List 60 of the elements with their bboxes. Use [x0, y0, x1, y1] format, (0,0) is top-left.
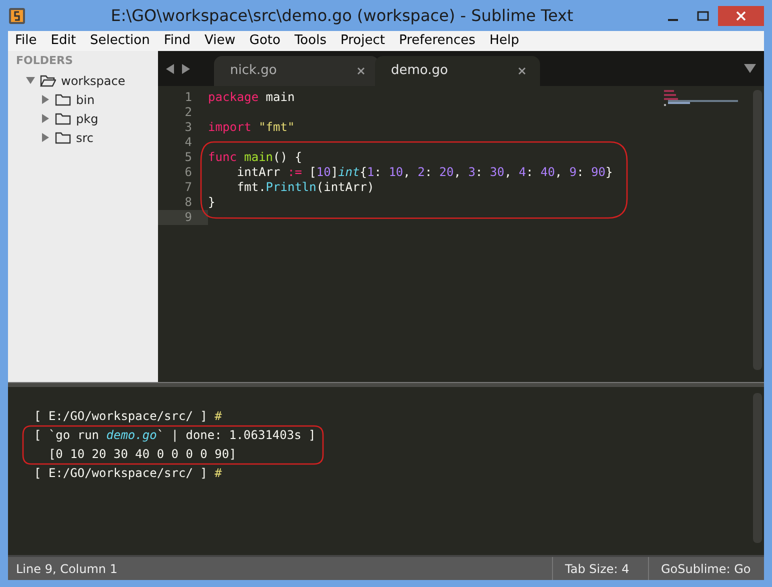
menu-item[interactable]: Find	[156, 31, 198, 51]
menu-item[interactable]: Help	[482, 31, 526, 51]
menu-item[interactable]: Tools	[287, 31, 334, 51]
menu-item[interactable]: File	[8, 31, 44, 51]
menu-item[interactable]: Project	[333, 31, 392, 51]
expand-caret-icon[interactable]	[41, 114, 50, 123]
tab-size-button[interactable]: Tab Size: 4	[552, 557, 648, 580]
maximize-icon	[697, 10, 709, 20]
code-line: package main	[207, 90, 295, 105]
close-icon[interactable]	[357, 67, 365, 75]
line-number: 3	[184, 120, 192, 135]
folder-icon	[40, 74, 56, 86]
line-number: 1	[184, 90, 192, 105]
editor-tab[interactable]: demo.go	[375, 56, 540, 86]
console-line: [ `go run demo.go` | done: 1.0631403s ]	[34, 427, 316, 444]
close-icon[interactable]	[518, 67, 526, 75]
close-icon	[736, 10, 746, 20]
line-number: 4	[184, 135, 192, 150]
sidebar-heading: FOLDERS	[15, 53, 74, 69]
folder-label[interactable]: workspace	[61, 72, 126, 90]
close-button[interactable]	[718, 6, 764, 26]
code-editor[interactable]: 1 package main 2 3 import "fmt" 4 5 func main() { 6 intArr := [10]int{1: 10, 2: 20, 3: 30, 4: 40, 9: 90} 7 fmt.Println(intArr) 8 } 9	[158, 86, 764, 382]
line-number: 5	[184, 150, 192, 165]
code-line: }	[207, 195, 216, 210]
minimize-icon	[668, 18, 678, 20]
expand-caret-icon[interactable]	[26, 76, 35, 85]
code-line: fmt.Println(intArr)	[236, 180, 374, 195]
menu-item[interactable]: Preferences	[392, 31, 482, 51]
console-line: [0 10 20 30 40 0 0 0 0 90]	[47, 446, 236, 463]
menu-item[interactable]: Goto	[242, 31, 288, 51]
menu-item[interactable]: Edit	[44, 31, 83, 51]
line-number: 8	[184, 195, 192, 210]
console-line: [ E:/GO/workspace/src/ ] #	[34, 408, 222, 425]
line-number: 6	[184, 165, 192, 180]
folder-icon	[55, 132, 71, 144]
folder-label[interactable]: src	[76, 128, 94, 146]
line-number: 2	[184, 105, 192, 120]
menu-item[interactable]: Selection	[82, 31, 157, 51]
line-number: 9	[158, 210, 192, 225]
app-icon	[8, 6, 26, 24]
folder-label[interactable]: pkg	[76, 110, 98, 128]
folder-icon	[55, 112, 71, 124]
cursor-position: Line 9, Column 1	[16, 562, 118, 576]
code-line: import "fmt"	[207, 120, 295, 135]
folder-label[interactable]: bin	[76, 90, 95, 108]
next-tab-icon[interactable]	[182, 64, 190, 74]
folder-icon	[55, 94, 71, 106]
editor-tab[interactable]: nick.go	[214, 56, 379, 86]
code-line: intArr := [10]int{1: 10, 2: 20, 3: 30, 4: 40, 9: 90}	[236, 165, 613, 180]
expand-caret-icon[interactable]	[41, 95, 50, 104]
dropdown-icon[interactable]	[744, 64, 756, 73]
code-line: func main() {	[207, 150, 302, 165]
console-line: [ E:/GO/workspace/src/ ] #	[34, 465, 222, 482]
previous-tab-icon[interactable]	[166, 64, 174, 74]
menu-item[interactable]: View	[198, 31, 242, 51]
line-number: 7	[184, 180, 192, 195]
expand-caret-icon[interactable]	[41, 133, 50, 142]
window-title: E:\GO\workspace\src\demo.go (workspace) - Sublime Text	[110, 4, 574, 26]
current-line-highlight	[192, 210, 208, 225]
syntax-button[interactable]: GoSublime: Go	[648, 557, 764, 580]
